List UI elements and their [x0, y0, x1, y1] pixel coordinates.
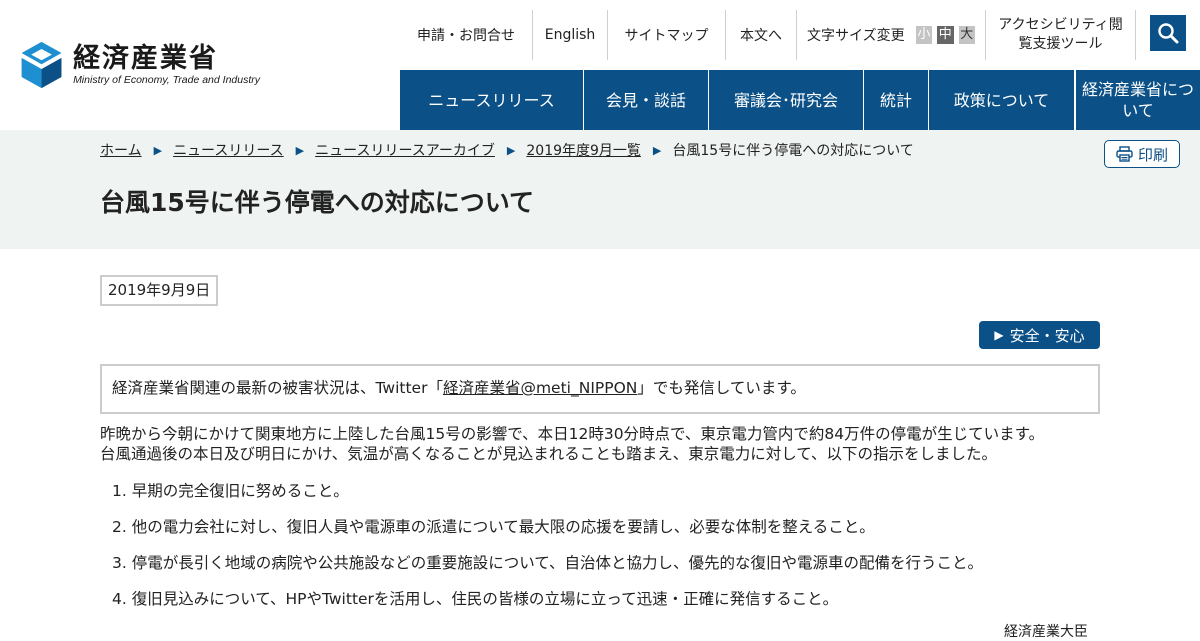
accessibility-tool-link[interactable]: アクセシビリティ閲覧支援ツール	[986, 10, 1136, 60]
category-tag-label: 安全・安心	[1009, 326, 1085, 345]
util-link-skip-to-content[interactable]: 本文へ	[726, 10, 797, 60]
breadcrumb-archive[interactable]: ニュースリリースアーカイブ	[315, 140, 495, 160]
notice-text-before: 経済産業省関連の最新の被害状況は、Twitter「	[112, 379, 443, 397]
nav-statistics[interactable]: 統計	[864, 70, 929, 130]
breadcrumb-arrow-icon: ▶	[652, 143, 662, 157]
logo-name-ja: 経済産業省	[73, 42, 219, 74]
printer-icon	[1116, 146, 1133, 162]
font-size-switcher: 文字サイズ変更 小 中 大	[797, 10, 986, 60]
triangle-right-icon: ▶	[994, 328, 1004, 342]
twitter-account-link[interactable]: 経済産業省@meti_NIPPON	[443, 379, 637, 397]
release-date: 2019年9月9日	[100, 275, 219, 306]
nav-news-release[interactable]: ニュースリリース	[400, 70, 584, 130]
breadcrumb-arrow-icon: ▶	[153, 143, 163, 157]
font-size-medium-button[interactable]: 中	[937, 26, 954, 44]
util-link-application-contact[interactable]: 申請・お問合せ	[400, 10, 533, 60]
logo-name-en: Ministry of Economy, Trade and Industry	[73, 73, 260, 86]
breadcrumb-arrow-icon: ▶	[295, 143, 305, 157]
signature: 経済産業大臣	[1004, 624, 1088, 640]
breadcrumb: ホーム ▶ ニュースリリース ▶ ニュースリリースアーカイブ ▶ 2019年度9…	[100, 140, 914, 160]
nav-about-meti[interactable]: 経済産業省について	[1075, 70, 1200, 130]
font-size-small-button[interactable]: 小	[915, 26, 933, 44]
site-header: 経済産業省 Ministry of Economy, Trade and Ind…	[0, 0, 1200, 130]
body-line-2: 台風通過後の本日及び明日にかけ、気温が高くなることが見込まれることも踏まえ、東京…	[100, 445, 997, 463]
breadcrumb-current: 台風15号に伴う停電への対応について	[672, 143, 914, 159]
notice-text-after: 」でも発信しています。	[637, 379, 806, 397]
utility-nav: 申請・お問合せ English サイトマップ 本文へ 文字サイズ変更 小 中 大…	[400, 10, 1136, 60]
list-item: 2. 他の電力会社に対し、復旧人員や電源車の派遣について最大限の応援を要請し、必…	[112, 518, 875, 536]
util-link-sitemap[interactable]: サイトマップ	[608, 10, 726, 60]
list-item: 3. 停電が長引く地域の病院や公共施設などの重要施設について、自治体と協力し、優…	[112, 554, 983, 572]
font-size-label: 文字サイズ変更	[807, 28, 905, 44]
breadcrumb-month-list[interactable]: 2019年度9月一覧	[526, 140, 641, 160]
page-title: 台風15号に伴う停電への対応について	[100, 188, 535, 217]
instruction-list: 1. 早期の完全復旧に努めること。 2. 他の電力会社に対し、復旧人員や電源車の…	[112, 480, 1092, 624]
font-size-large-button[interactable]: 大	[958, 26, 975, 44]
main-nav: ニュースリリース 会見・談話 審議会･研究会 統計 政策について 経済産業省につ…	[400, 70, 1200, 130]
breadcrumb-arrow-icon: ▶	[506, 143, 516, 157]
breadcrumb-home[interactable]: ホーム	[100, 140, 142, 160]
nav-press-conference[interactable]: 会見・談話	[584, 70, 709, 130]
list-item: 1. 早期の完全復旧に努めること。	[112, 482, 349, 500]
meti-logo[interactable]: 経済産業省 Ministry of Economy, Trade and Ind…	[20, 33, 260, 97]
title-band: ホーム ▶ ニュースリリース ▶ ニュースリリースアーカイブ ▶ 2019年度9…	[0, 130, 1200, 249]
print-button-label: 印刷	[1137, 145, 1168, 164]
list-item: 4. 復旧見込みについて、HPやTwitterを活用し、住民の皆様の立場に立って…	[112, 590, 839, 608]
meti-logo-mark-icon	[21, 41, 62, 89]
nav-policy[interactable]: 政策について	[929, 70, 1075, 130]
print-button[interactable]: 印刷	[1104, 140, 1180, 168]
category-tag-safety[interactable]: ▶ 安全・安心	[979, 321, 1100, 349]
search-icon	[1158, 23, 1179, 44]
breadcrumb-news-release[interactable]: ニュースリリース	[173, 140, 284, 160]
twitter-notice-box: 経済産業省関連の最新の被害状況は、Twitter「経済産業省@meti_NIPP…	[100, 364, 1100, 414]
util-link-english[interactable]: English	[533, 10, 608, 60]
nav-councils[interactable]: 審議会･研究会	[709, 70, 864, 130]
body-paragraph: 昨晩から今朝にかけて関東地方に上陸した台風15号の影響で、本日12時30分時点で…	[100, 424, 1100, 464]
body-line-1: 昨晩から今朝にかけて関東地方に上陸した台風15号の影響で、本日12時30分時点で…	[100, 425, 1045, 443]
search-button[interactable]	[1150, 15, 1186, 51]
